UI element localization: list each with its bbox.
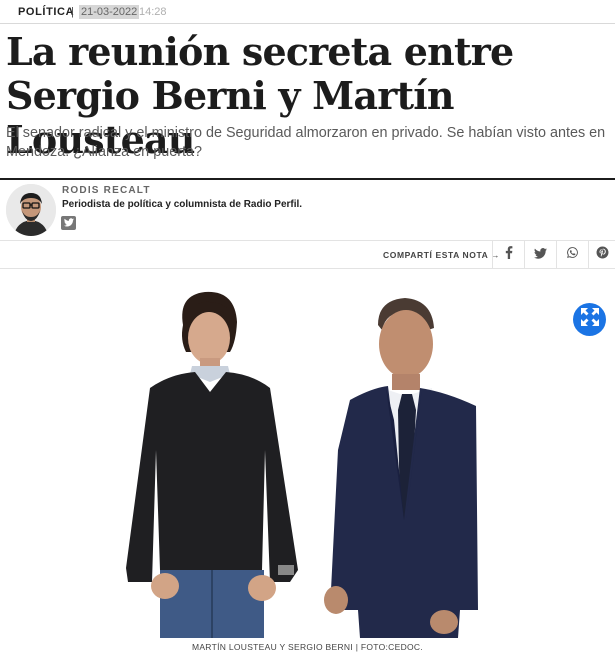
share-whatsapp-button[interactable]: [556, 241, 588, 268]
person-left-figure: [126, 291, 298, 638]
share-label: COMPARTÍ ESTA NOTA →: [383, 250, 501, 260]
publish-date: 21-03-2022: [79, 5, 140, 19]
author-block: RODIS RECALT Periodista de política y co…: [0, 180, 615, 240]
article-photo[interactable]: [0, 270, 615, 638]
share-twitter-button[interactable]: [524, 241, 556, 268]
share-pinterest-button[interactable]: [588, 241, 615, 268]
expand-icon: [580, 307, 600, 332]
twitter-icon: [534, 246, 547, 264]
twitter-icon: [63, 214, 74, 232]
person-right-figure: [324, 298, 478, 638]
share-facebook-button[interactable]: [492, 241, 524, 268]
publish-time: 14:28: [139, 6, 167, 18]
article-meta-bar: POLÍTICA | 21-03-2022 14:28: [0, 0, 615, 24]
author-role: Periodista de política y columnista de R…: [62, 199, 303, 210]
meta-separator: |: [71, 6, 74, 18]
author-avatar[interactable]: [6, 184, 56, 236]
section-label[interactable]: POLÍTICA: [18, 6, 74, 18]
whatsapp-icon: [566, 246, 579, 264]
share-bar: COMPARTÍ ESTA NOTA →: [0, 240, 615, 269]
pinterest-icon: [596, 246, 609, 264]
expand-photo-button[interactable]: [573, 303, 606, 336]
facebook-icon: [505, 245, 513, 264]
author-name[interactable]: RODIS RECALT: [62, 185, 151, 196]
article-summary: El senador radical y el ministro de Segu…: [6, 125, 606, 160]
photo-caption: MARTÍN LOUSTEAU Y SERGIO BERNI | FOTO:CE…: [191, 642, 424, 652]
author-twitter-button[interactable]: [61, 216, 76, 230]
